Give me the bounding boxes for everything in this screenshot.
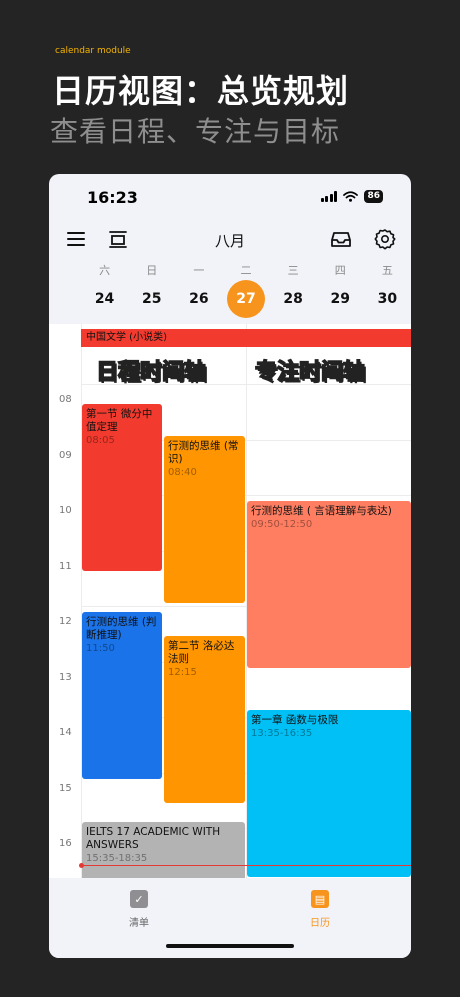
event-time: 09:50-12:50 xyxy=(251,519,313,530)
event-block[interactable]: IELTS 17 ACADEMIC WITH ANSWERS 15:35-18:… xyxy=(82,822,245,882)
signal-icon xyxy=(320,191,338,202)
event-time: 13:35-16:35 xyxy=(251,728,313,739)
overlay-title-focus: 专注时间轴 xyxy=(254,359,366,386)
weekday-label: 一 xyxy=(193,264,205,277)
gear-icon[interactable] xyxy=(374,228,396,250)
event-time: 08:40 xyxy=(168,467,197,478)
tab-label: 清单 xyxy=(129,918,149,929)
tab-list[interactable]: ✓ 清单 xyxy=(109,890,169,929)
hour-label: 16 xyxy=(59,838,72,849)
event-block[interactable]: 第一节 微分中值定理 08:05 xyxy=(82,404,162,571)
date-cell[interactable]: 29 xyxy=(317,280,364,318)
hour-label: 10 xyxy=(59,505,72,516)
event-title: 第一节 微分中值定理 xyxy=(86,408,153,433)
date-number: 29 xyxy=(330,291,350,307)
date-number: 25 xyxy=(141,291,162,307)
event-time: 08:05 xyxy=(86,435,115,446)
current-time-line xyxy=(81,865,411,866)
event-block[interactable]: 第二节 洛必达法则 12:15 xyxy=(164,636,245,803)
wifi-icon xyxy=(343,191,359,202)
tab-calendar[interactable]: ▤ 日历 xyxy=(290,890,350,929)
weekday-label: 五 xyxy=(381,264,393,277)
weekday-label: 六 xyxy=(99,264,111,277)
date-cell[interactable]: 24 xyxy=(81,280,128,318)
event-time: 11:50 xyxy=(86,643,115,654)
battery-indicator: 86 xyxy=(364,190,383,203)
date-cell-today[interactable]: 27 xyxy=(222,280,269,318)
weekday-label: 四 xyxy=(334,264,346,277)
weekday-row: 六 日 一 二 三 四 五 xyxy=(81,262,411,278)
event-title: 行测的思维 (判断推理) xyxy=(86,616,157,641)
weekday-label: 日 xyxy=(146,264,158,277)
date-cell[interactable]: 30 xyxy=(364,280,411,318)
module-tag: calendar module xyxy=(55,46,131,56)
event-title: IELTS 17 ACADEMIC WITH ANSWERS xyxy=(86,826,221,851)
event-title: 行测的思维 ( 言语理解与表达) xyxy=(251,505,392,517)
date-number: 30 xyxy=(377,291,398,307)
promo-headline: 日历视图：总览规划 xyxy=(52,72,350,110)
phone-screen: 16:23 86 八月 六 日 一 二 三 四 五 24 25 26 27 28… xyxy=(49,174,411,958)
promo-subheadline: 查看日程、专注与目标 xyxy=(50,115,341,148)
date-number: 28 xyxy=(283,291,303,307)
inbox-icon[interactable] xyxy=(330,228,352,250)
event-block[interactable]: 行测的思维 ( 言语理解与表达) 09:50-12:50 xyxy=(247,501,411,668)
date-cell[interactable]: 28 xyxy=(270,280,317,318)
allday-event[interactable]: 中国文学 (小说类) xyxy=(81,329,411,347)
weekday-label: 二 xyxy=(240,264,252,277)
hour-label: 08 xyxy=(59,394,72,405)
event-title: 第二节 洛必达法则 xyxy=(168,640,235,665)
date-cell[interactable]: 25 xyxy=(128,280,175,318)
event-block[interactable]: 行测的思维 (常识) 08:40 xyxy=(164,436,245,603)
weekday-label: 三 xyxy=(287,264,299,277)
date-row: 24 25 26 27 28 29 30 xyxy=(81,280,411,318)
tab-label: 日历 xyxy=(310,918,330,929)
event-time: 12:15 xyxy=(168,667,197,678)
date-number: 26 xyxy=(189,291,209,307)
event-time: 15:35-18:35 xyxy=(86,853,148,864)
checkbox-icon: ✓ xyxy=(130,890,148,908)
month-title[interactable]: 八月 xyxy=(49,230,411,251)
hour-label: 11 xyxy=(59,560,72,572)
date-number: 24 xyxy=(94,291,115,307)
home-indicator[interactable] xyxy=(166,944,294,948)
hour-label: 13 xyxy=(59,671,72,683)
hour-label: 12 xyxy=(59,616,72,627)
hour-label: 09 xyxy=(59,449,72,461)
event-block[interactable]: 第一章 函数与极限 13:35-16:35 xyxy=(247,710,411,877)
overlay-title-schedule: 日程时间轴 xyxy=(95,359,207,386)
hour-label: 15 xyxy=(59,782,72,794)
status-time: 16:23 xyxy=(87,188,138,207)
date-cell[interactable]: 26 xyxy=(175,280,222,318)
hour-label: 14 xyxy=(59,727,72,738)
status-indicators: 86 xyxy=(320,190,383,203)
event-title: 第一章 函数与极限 xyxy=(251,714,339,726)
calendar-icon: ▤ xyxy=(311,890,329,908)
event-block[interactable]: 行测的思维 (判断推理) 11:50 xyxy=(82,612,162,779)
date-number: 27 xyxy=(226,280,265,318)
event-title: 行测的思维 (常识) xyxy=(168,440,239,465)
